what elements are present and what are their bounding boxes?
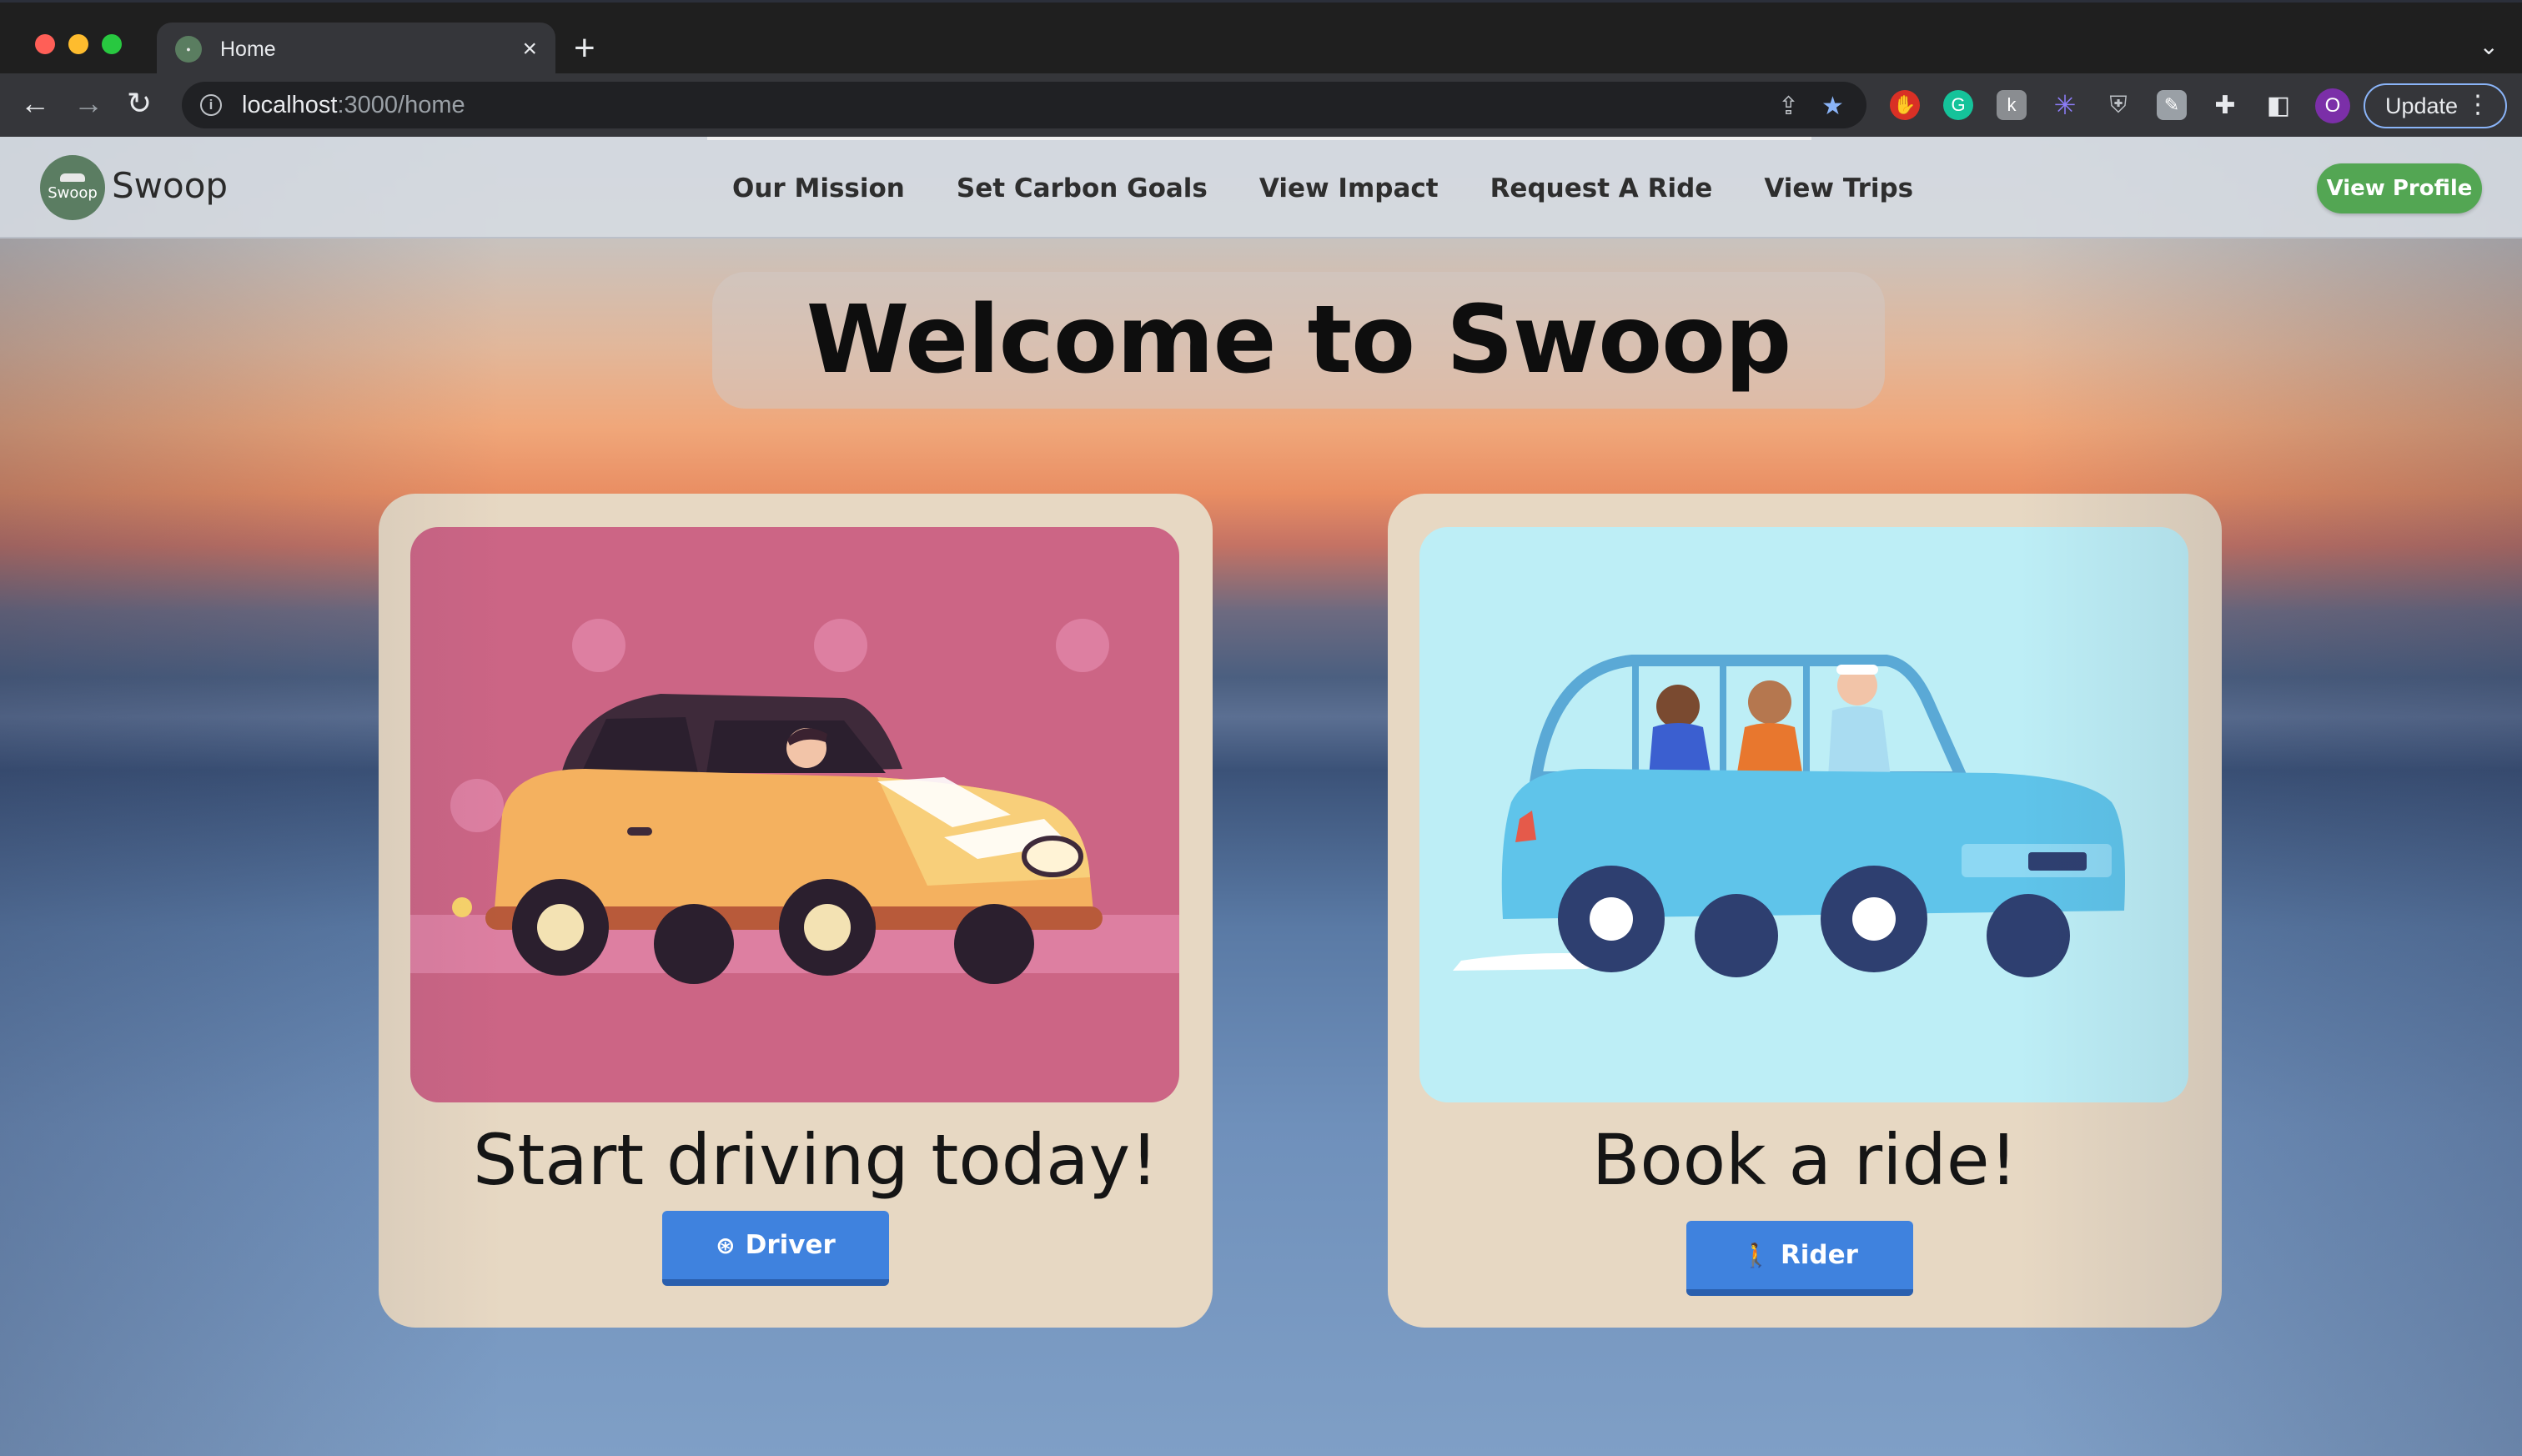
back-arrow-icon[interactable]: ← <box>20 87 50 120</box>
favicon-icon: ● <box>175 36 202 63</box>
nav-link-our-mission[interactable]: Our Mission <box>732 173 905 203</box>
steering-wheel-icon: ⊛ <box>716 1231 736 1259</box>
driver-heading: Start driving today! <box>473 1119 1158 1201</box>
swoop-logo[interactable]: Swoop <box>40 155 105 220</box>
yellow-car-illustration <box>410 619 1179 984</box>
navbar-progress-line <box>707 137 1811 140</box>
profile-avatar[interactable]: O <box>2315 88 2350 123</box>
tab-close-icon[interactable]: × <box>522 35 537 63</box>
welcome-banner: Welcome to Swoop <box>712 272 1885 409</box>
nav-link-view-impact[interactable]: View Impact <box>1259 173 1439 203</box>
update-button[interactable]: Update ⋮ <box>2364 83 2507 128</box>
info-icon[interactable]: i <box>200 94 222 116</box>
browser-toolbar: ← → ↻ i localhost:3000/home ⇪ ★ <box>0 73 2522 137</box>
rider-button[interactable]: 🚶 Rider <box>1686 1221 1913 1296</box>
tab-search-icon[interactable]: ⌄ <box>2479 33 2499 60</box>
browser-chrome: ● Home × + ⌄ ← → ↻ i localhost:3000/home… <box>0 0 2522 137</box>
page-content: Swoop Swoop Our Mission Set Carbon Goals… <box>0 137 2522 1456</box>
driver-card: Start driving today! ⊛ Driver <box>379 494 1213 1328</box>
driver-button[interactable]: ⊛ Driver <box>662 1211 889 1286</box>
view-profile-button[interactable]: View Profile <box>2317 163 2482 213</box>
reload-icon[interactable]: ↻ <box>127 87 152 120</box>
side-panel-icon[interactable]: ◧ <box>2263 90 2293 120</box>
nav-link-set-carbon-goals[interactable]: Set Carbon Goals <box>957 173 1208 203</box>
minimize-window-button[interactable] <box>68 34 88 54</box>
page-title: Welcome to Swoop <box>806 286 1792 394</box>
extension-edit-icon[interactable]: ✎ <box>2157 90 2187 120</box>
rider-illustration <box>1419 527 2188 1102</box>
person-icon: 🚶 <box>1741 1241 1771 1269</box>
nav-link-request-a-ride[interactable]: Request A Ride <box>1490 173 1713 203</box>
logo-car-icon <box>60 173 85 182</box>
browser-tab-home[interactable]: ● Home × <box>157 23 555 76</box>
driver-illustration <box>410 527 1179 1102</box>
update-label: Update <box>2385 93 2459 118</box>
extensions-puzzle-icon[interactable]: ✚ <box>2210 90 2240 120</box>
tab-strip: ● Home × + ⌄ <box>0 0 2522 76</box>
close-window-button[interactable] <box>35 34 55 54</box>
address-bar[interactable]: i localhost:3000/home ⇪ ★ <box>182 82 1866 128</box>
blue-car-illustration <box>1453 655 2125 977</box>
share-icon[interactable]: ⇪ <box>1778 92 1799 121</box>
nav-link-view-trips[interactable]: View Trips <box>1764 173 1913 203</box>
extension-adblock-icon[interactable]: ✋ <box>1890 90 1920 120</box>
extension-grammarly-icon[interactable]: G <box>1943 90 1973 120</box>
brand-name[interactable]: Swoop <box>112 165 228 206</box>
rider-button-label: Rider <box>1780 1240 1858 1270</box>
rider-heading: Book a ride! <box>1591 1119 2018 1201</box>
rider-card: Book a ride! 🚶 Rider <box>1388 494 2222 1328</box>
bookmark-star-icon[interactable]: ★ <box>1821 92 1844 121</box>
new-tab-button[interactable]: + <box>574 28 595 69</box>
forward-arrow-icon[interactable]: → <box>73 87 103 120</box>
extension-k-icon[interactable]: k <box>1997 90 2027 120</box>
url-text[interactable]: localhost:3000/home <box>242 92 465 119</box>
extension-shield-icon[interactable]: ⛨ <box>2103 90 2133 120</box>
site-navbar: Swoop Swoop Our Mission Set Carbon Goals… <box>0 137 2522 238</box>
driver-button-label: Driver <box>745 1230 836 1260</box>
browser-menu-icon[interactable]: ⋮ <box>2465 92 2490 118</box>
nav-links: Our Mission Set Carbon Goals View Impact… <box>732 173 1913 203</box>
tab-title: Home <box>220 37 276 61</box>
extension-spark-icon[interactable]: ✳ <box>2050 90 2080 120</box>
maximize-window-button[interactable] <box>102 34 122 54</box>
